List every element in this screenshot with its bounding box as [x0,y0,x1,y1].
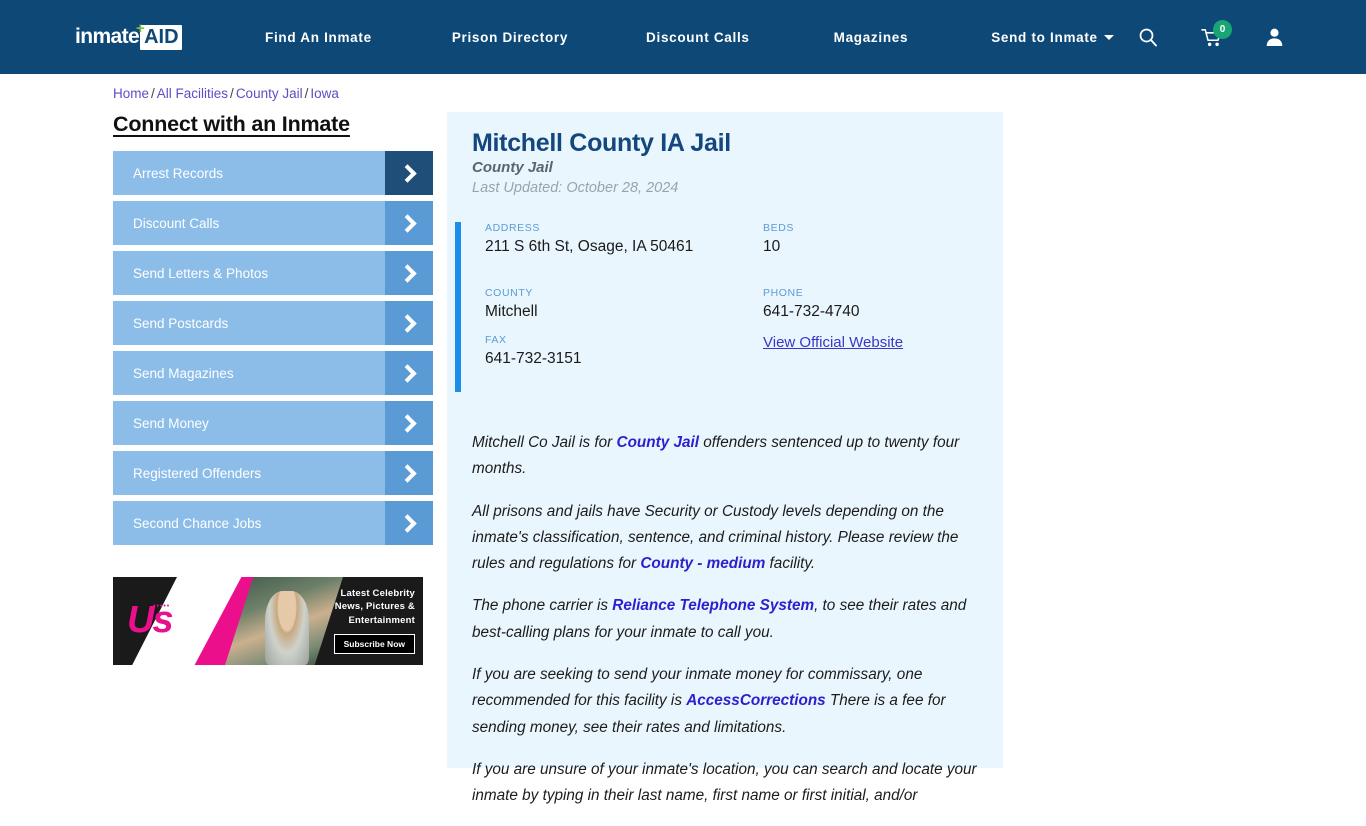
view-official-website-link[interactable]: View Official Website [763,334,903,351]
description-paragraph-5: If you are unsure of your inmate's locat… [472,757,988,810]
account-button[interactable] [1252,22,1296,52]
info-label-phone: PHONE [763,287,804,299]
paragraph-5-text-a: If you are unsure of your inmate's locat… [472,760,977,805]
ad-tagline-line-1: Latest Celebrity [340,588,415,599]
info-label-address: ADDRESS [485,222,540,234]
sidebar-item-label: Send Letters & Photos [133,265,269,281]
info-field-address: ADDRESS 211 S 6th St, Osage, IA 50461 [485,222,695,257]
breadcrumb-item-home[interactable]: Home [113,86,149,101]
breadcrumb-item-county-jail[interactable]: County Jail [236,86,303,101]
paragraph-1-text-a: Mitchell Co Jail is for [472,434,617,451]
main-nav-links: Find An Inmate Prison Directory Discount… [265,0,1114,74]
ad-brand-dots: ••••• [153,603,171,610]
paragraph-4-highlight[interactable]: AccessCorrections [686,692,825,709]
last-updated-text: Last Updated: October 28, 2024 [472,180,679,196]
nav-item-find-an-inmate[interactable]: Find An Inmate [265,30,372,45]
chevron-right-icon [385,451,433,495]
breadcrumb-item-iowa[interactable]: Iowa [310,86,339,101]
nav-item-discount-calls[interactable]: Discount Calls [646,30,750,45]
sidebar-item-label: Registered Offenders [133,465,262,481]
breadcrumb-separator: / [230,86,234,101]
breadcrumb-item-all-facilities[interactable]: All Facilities [157,86,228,101]
paragraph-2-highlight[interactable]: County - medium [640,555,765,572]
info-value-phone: 641-732-4740 [763,303,860,320]
chevron-right-icon [385,501,433,545]
logo-plus-icon: + [136,20,145,37]
info-value-address: 211 S 6th St, Osage, IA 50461 [485,238,694,255]
ad-tagline-line-2: News, Pictures & [334,601,415,613]
sidebar-item-arrest-records[interactable]: Arrest Records [113,151,433,195]
chevron-right-icon [385,301,433,345]
breadcrumb-separator: / [151,86,155,101]
site-logo[interactable]: inmate + AID [75,21,182,50]
paragraph-1-highlight[interactable]: County Jail [617,434,699,451]
sidebar-item-discount-calls[interactable]: Discount Calls [113,201,433,245]
paragraph-3-text-a: The phone carrier is [472,597,613,615]
sidebar-item-send-money[interactable]: Send Money [113,401,433,445]
info-value-county: Mitchell [485,303,538,320]
chevron-right-icon [385,351,433,395]
description-paragraph-2: All prisons and jails have Security or C… [472,499,988,578]
sidebar-item-send-letters-photos[interactable]: Send Letters & Photos [113,251,433,295]
search-button[interactable] [1126,22,1170,52]
logo-text: inmate [75,25,140,48]
cart-count-badge: 0 [1213,20,1232,39]
info-field-website: View Official Website [763,334,983,352]
facility-info-block: ADDRESS 211 S 6th St, Osage, IA 50461 BE… [455,222,995,392]
description-paragraph-3: The phone carrier is Reliance Telephone … [472,593,988,646]
breadcrumb-separator: / [304,86,309,101]
page-title: Mitchell County IA Jail [472,129,731,157]
chevron-right-icon [385,151,433,195]
info-value-fax: 641-732-3151 [485,350,582,367]
nav-item-send-to-inmate-label: Send to Inmate [991,29,1098,45]
sidebar-item-send-postcards[interactable]: Send Postcards [113,301,433,345]
info-label-fax: FAX [485,334,507,346]
sidebar-item-second-chance-jobs[interactable]: Second Chance Jobs [113,501,433,545]
chevron-right-icon [385,201,433,245]
chevron-right-icon [385,251,433,295]
sidebar-item-label: Send Magazines [133,365,234,381]
facility-detail-panel: Mitchell County IA Jail County Jail Last… [447,112,1003,804]
info-field-beds: BEDS 10 [763,222,963,257]
info-field-county: COUNTY Mitchell [485,287,695,322]
sidebar-item-label: Send Postcards [133,315,229,331]
sidebar-item-send-magazines[interactable]: Send Magazines [113,351,433,395]
ad-tagline-line-3: Entertainment [348,614,415,626]
breadcrumb: Home / All Facilities / County Jail / Iowa [113,86,339,101]
facility-info-grid: ADDRESS 211 S 6th St, Osage, IA 50461 BE… [485,222,1001,392]
facility-description: Mitchell Co Jail is for County Jail offe… [472,430,988,826]
sidebar: Connect with an Inmate Arrest Records Di… [113,112,433,551]
info-field-fax: FAX 641-732-3151 [485,334,695,369]
nav-item-prison-directory[interactable]: Prison Directory [452,30,568,45]
search-icon [1139,28,1157,47]
chevron-right-icon [385,401,433,445]
nav-item-send-to-inmate[interactable]: Send to Inmate [991,30,1114,45]
paragraph-2-text-b: facility. [765,555,816,573]
sidebar-item-label: Send Money [133,415,209,431]
chevron-down-icon [1103,34,1114,40]
description-paragraph-1: Mitchell Co Jail is for County Jail offe… [472,430,988,483]
sidebar-item-label: Discount Calls [133,215,220,231]
advertisement-banner[interactable]: Us ••••• Latest Celebrity News, Pictures… [113,577,423,665]
facility-type-subtitle: County Jail [472,159,553,176]
description-paragraph-4: If you are seeking to send your inmate m… [472,662,988,741]
paragraph-3-highlight[interactable]: Reliance Telephone System [612,597,814,614]
ad-subscribe-button[interactable]: Subscribe Now [333,634,415,655]
cart-button[interactable]: 0 [1190,20,1234,54]
info-label-county: COUNTY [485,287,533,299]
top-navigation-bar: inmate + AID Find An Inmate Prison Direc… [0,0,1366,74]
sidebar-item-label: Arrest Records [133,165,224,181]
info-field-phone: PHONE 641-732-4740 [763,287,963,322]
sidebar-heading: Connect with an Inmate [113,112,350,136]
nav-item-magazines[interactable]: Magazines [834,30,909,45]
sidebar-item-registered-offenders[interactable]: Registered Offenders [113,451,433,495]
user-icon [1266,28,1282,47]
info-value-beds: 10 [763,238,781,255]
logo-badge-text: AID [140,24,182,50]
info-label-beds: BEDS [763,222,794,234]
sidebar-item-label: Second Chance Jobs [133,515,262,531]
ad-copy: Latest Celebrity News, Pictures & Entert… [303,587,415,655]
